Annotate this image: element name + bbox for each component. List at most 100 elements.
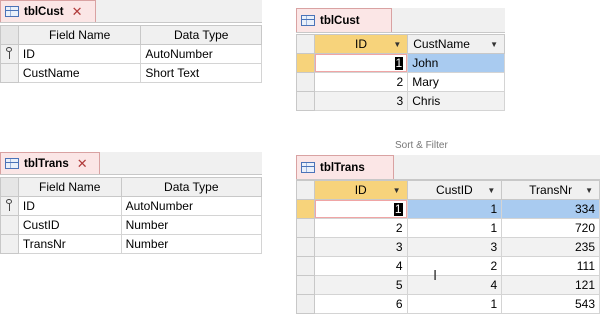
header-label: ID: [354, 183, 367, 197]
table-icon: [5, 158, 19, 169]
tbltrans-design-panel: tblTrans ✕ Field Name Data Type ID AutoN…: [0, 152, 263, 260]
id-cell[interactable]: 6: [313, 294, 408, 314]
row-selector[interactable]: [0, 234, 19, 254]
record-selector[interactable]: [296, 91, 315, 111]
transnr-cell[interactable]: 543: [501, 294, 600, 314]
field-name-cell[interactable]: CustName: [17, 63, 142, 83]
tab-tblcust-design[interactable]: tblCust ✕: [0, 0, 96, 22]
row-selector[interactable]: [0, 63, 19, 83]
column-header-custname[interactable]: CustName ▼: [407, 34, 505, 54]
data-type-cell[interactable]: Number: [120, 234, 263, 254]
tblcust-datasheet-panel: tblCust ID ▼ CustName ▼ 1 John 2 Mary 3 Ch…: [296, 8, 505, 116]
column-header-field-name[interactable]: Field Name: [17, 177, 122, 197]
row-selector[interactable]: [0, 196, 19, 216]
text-cursor: 1: [393, 202, 403, 216]
close-icon[interactable]: ✕: [77, 156, 88, 172]
tab-label: tblCust: [24, 5, 64, 18]
column-header-data-type[interactable]: Data Type: [140, 25, 262, 45]
column-header-id[interactable]: ID ▼: [313, 180, 408, 200]
custname-cell[interactable]: Chris: [407, 91, 505, 111]
record-selector[interactable]: [296, 256, 315, 276]
column-header-field-name[interactable]: Field Name: [17, 25, 142, 45]
data-type-cell[interactable]: Number: [120, 215, 263, 235]
dropdown-arrow-icon[interactable]: ▼: [487, 186, 495, 195]
field-name-cell[interactable]: TransNr: [17, 234, 122, 254]
data-type-cell[interactable]: Short Text: [140, 63, 262, 83]
field-name-cell[interactable]: CustID: [17, 215, 122, 235]
record-selector[interactable]: [296, 218, 315, 238]
transnr-cell[interactable]: 720: [501, 218, 600, 238]
header-label: CustID: [436, 183, 473, 197]
id-cell[interactable]: 3: [313, 91, 409, 111]
tab-strip: tblTrans: [296, 155, 600, 180]
tab-label: tblCust: [320, 14, 360, 27]
header-label: CustName: [413, 37, 470, 51]
custid-cell[interactable]: 4: [406, 275, 503, 295]
column-header-id[interactable]: ID ▼: [313, 34, 409, 54]
ibeam-cursor-icon: I: [433, 267, 438, 284]
record-selector[interactable]: [296, 199, 315, 219]
column-header-custid[interactable]: CustID ▼: [406, 180, 503, 200]
datasheet-grid: ID ▼ CustID ▼ TransNr ▼ 1 1 334 2 1 720 3 3…: [296, 180, 600, 314]
design-grid: Field Name Data Type ID AutoNumber CustN…: [0, 25, 262, 83]
transnr-cell[interactable]: 334: [501, 199, 600, 219]
tblcust-design-panel: tblCust ✕ Field Name Data Type ID AutoNu…: [0, 0, 262, 88]
row-selector[interactable]: [0, 44, 19, 64]
data-type-cell[interactable]: AutoNumber: [140, 44, 262, 64]
row-selector[interactable]: [0, 215, 19, 235]
id-cell[interactable]: 2: [313, 72, 409, 92]
field-name-cell[interactable]: ID: [17, 196, 122, 216]
id-cell[interactable]: 3: [313, 237, 408, 257]
row-selector-header[interactable]: [0, 25, 19, 45]
custname-cell[interactable]: Mary: [407, 72, 505, 92]
field-name-cell[interactable]: ID: [17, 44, 142, 64]
custid-cell[interactable]: 1: [406, 294, 503, 314]
record-selector[interactable]: [296, 72, 315, 92]
table-icon: [5, 6, 19, 17]
tab-tblcust-datasheet[interactable]: tblCust: [296, 8, 392, 32]
tbltrans-datasheet-panel: tblTrans ID ▼ CustID ▼ TransNr ▼ 1 1 334 2 …: [296, 155, 600, 325]
transnr-cell[interactable]: 235: [501, 237, 600, 257]
custid-cell[interactable]: 2: [406, 256, 503, 276]
record-selector[interactable]: [296, 294, 315, 314]
primary-key-icon: [6, 46, 13, 59]
design-grid: Field Name Data Type ID AutoNumber CustI…: [0, 177, 263, 254]
dropdown-arrow-icon[interactable]: ▼: [393, 40, 401, 49]
dropdown-arrow-icon[interactable]: ▼: [490, 40, 498, 49]
custid-cell[interactable]: 1: [406, 218, 503, 238]
id-cell[interactable]: 1: [313, 53, 409, 73]
primary-key-icon: [6, 198, 13, 211]
id-cell[interactable]: 4: [313, 256, 408, 276]
dropdown-arrow-icon[interactable]: ▼: [585, 186, 593, 195]
header-label: ID: [355, 37, 368, 51]
column-header-transnr[interactable]: TransNr ▼: [501, 180, 600, 200]
tab-tbltrans-datasheet[interactable]: tblTrans: [296, 155, 394, 179]
row-selector-header[interactable]: [0, 177, 19, 197]
transnr-cell[interactable]: 111: [501, 256, 600, 276]
transnr-cell[interactable]: 121: [501, 275, 600, 295]
custid-cell[interactable]: 3: [406, 237, 503, 257]
tab-strip: tblCust ✕: [0, 0, 262, 23]
tab-label: tblTrans: [24, 157, 69, 170]
column-header-data-type[interactable]: Data Type: [120, 177, 263, 197]
record-selector[interactable]: [296, 237, 315, 257]
select-all-corner[interactable]: [296, 34, 315, 54]
custname-cell[interactable]: John: [407, 53, 505, 73]
tab-strip: tblTrans ✕: [0, 152, 262, 175]
close-icon[interactable]: ✕: [72, 4, 83, 20]
select-all-corner[interactable]: [296, 180, 315, 200]
text-cursor: 1: [394, 56, 404, 70]
ribbon-fragment-label: Sort & Filter: [395, 140, 448, 151]
record-selector[interactable]: [296, 53, 315, 73]
table-icon: [301, 15, 315, 26]
id-cell[interactable]: 2: [313, 218, 408, 238]
record-selector[interactable]: [296, 275, 315, 295]
data-type-cell[interactable]: AutoNumber: [120, 196, 263, 216]
table-icon: [301, 162, 315, 173]
id-cell[interactable]: 5: [313, 275, 408, 295]
tab-label: tblTrans: [320, 161, 365, 174]
custid-cell[interactable]: 1: [406, 199, 503, 219]
dropdown-arrow-icon[interactable]: ▼: [393, 186, 401, 195]
id-cell[interactable]: 1: [313, 199, 408, 219]
tab-tbltrans-design[interactable]: tblTrans ✕: [0, 152, 100, 174]
